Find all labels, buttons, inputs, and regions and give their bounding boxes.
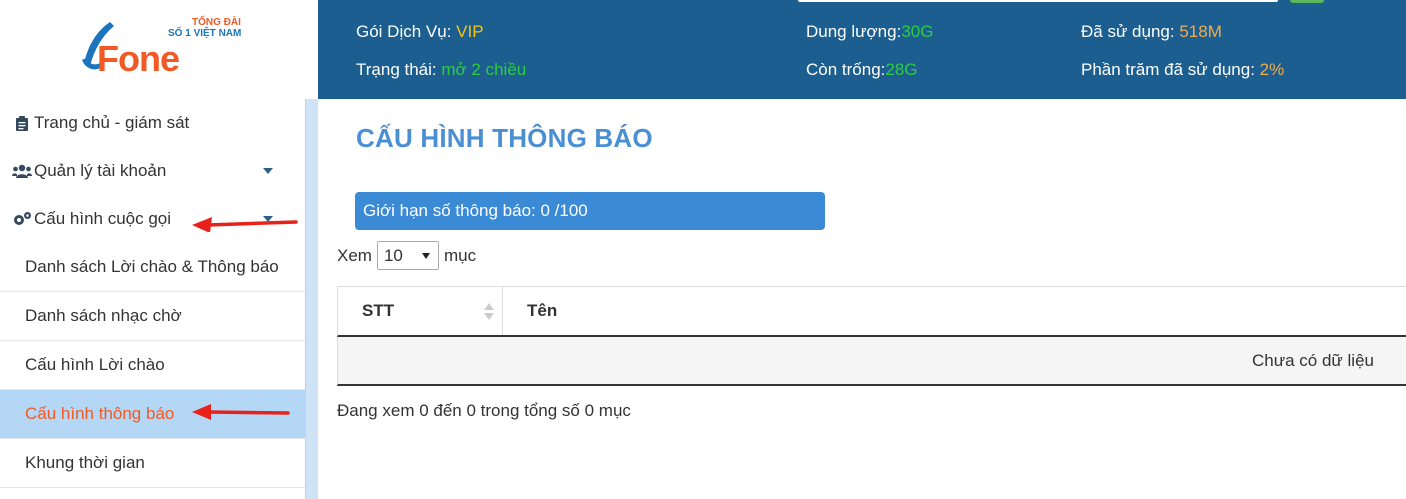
chevron-down-icon — [263, 168, 273, 174]
empty-message: Chưa có dữ liệu — [1252, 350, 1374, 370]
sidebar-menu: Trang chủ - giám sát Quản lý tài khoản C… — [0, 99, 305, 488]
sidebar: TỔNG ĐÀI SỐ 1 VIỆT NAM Fone Trang chủ - … — [0, 0, 318, 499]
gears-icon — [12, 211, 32, 227]
annotation-arrow-icon — [192, 217, 298, 232]
clipboard-icon — [12, 115, 32, 131]
sidebar-item-label: Quản lý tài khoản — [34, 161, 167, 180]
logo-brand: Fone — [97, 38, 180, 79]
page-title: CẤU HÌNH THÔNG BÁO — [356, 123, 653, 153]
annotation-arrow-icon — [192, 404, 290, 420]
column-header-name[interactable]: Tên — [503, 287, 557, 335]
notification-limit-label: Giới hạn số thông báo: — [363, 201, 536, 220]
sidebar-item-home[interactable]: Trang chủ - giám sát — [0, 99, 305, 147]
storage-capacity: Dung lượng:30G — [806, 22, 934, 41]
storage-used-percent-value: 2% — [1259, 60, 1285, 79]
service-package-value: VIP — [456, 22, 484, 41]
page-size-select[interactable]: 10 — [376, 241, 439, 270]
storage-free-value: 28G — [885, 60, 918, 79]
page-size-prefix: Xem — [337, 245, 372, 265]
header-action-button[interactable] — [1290, 0, 1324, 3]
storage-used-percent: Phần trăm đã sử dụng: 2% — [1081, 60, 1285, 79]
logo-tagline-top: TỔNG ĐÀI — [192, 17, 241, 28]
line-status-value: mở 2 chiều — [441, 60, 527, 79]
sidebar-scrollbar[interactable] — [305, 99, 318, 499]
sidebar-item-label: Trang chủ - giám sát — [34, 113, 190, 132]
column-header-stt[interactable]: STT — [338, 287, 503, 335]
sidebar-item-label: Cấu hình cuộc gọi — [34, 209, 172, 228]
storage-free: Còn trống:28G — [806, 60, 918, 79]
sidebar-subitem-time-frame[interactable]: Khung thời gian — [0, 439, 305, 488]
line-status: Trạng thái: mở 2 chiều — [356, 60, 527, 79]
table-empty-row: Chưa có dữ liệu — [337, 337, 1406, 386]
table-header: STT Tên — [337, 287, 1406, 337]
storage-capacity-value: 30G — [901, 22, 934, 41]
storage-used-value: 518M — [1179, 22, 1222, 41]
sidebar-subitem-hold-music[interactable]: Danh sách nhạc chờ — [0, 292, 305, 341]
service-package: Gói Dịch Vụ: VIP — [356, 22, 484, 41]
dropdown-arrow-icon — [421, 253, 430, 259]
sidebar-subitem-greeting-config[interactable]: Cấu hình Lời chào — [0, 341, 305, 390]
page-size-control: Xem 10 mục — [337, 241, 476, 270]
logo[interactable]: TỔNG ĐÀI SỐ 1 VIỆT NAM Fone — [0, 0, 318, 99]
users-icon — [12, 164, 32, 178]
logo-tagline-sub: SỐ 1 VIỆT NAM — [168, 28, 242, 39]
page-size-value: 10 — [383, 245, 403, 265]
table-info: Đang xem 0 đến 0 trong tổng số 0 mục — [337, 401, 631, 420]
sidebar-item-accounts[interactable]: Quản lý tài khoản — [0, 147, 305, 195]
notification-limit-badge: Giới hạn số thông báo: 0 /100 — [355, 192, 825, 230]
account-info-bar: Gói Dịch Vụ: VIP Trạng thái: mở 2 chiều … — [318, 0, 1406, 99]
sidebar-subitem-greetings-list[interactable]: Danh sách Lời chào & Thông báo — [0, 243, 305, 292]
storage-used: Đã sử dụng: 518M — [1081, 22, 1222, 41]
notification-limit-value: 0 /100 — [540, 201, 588, 220]
sort-icon — [484, 303, 494, 320]
page-size-suffix: mục — [443, 245, 477, 265]
notifications-table: STT Tên Chưa có dữ liệu — [337, 286, 1406, 386]
header-search-input[interactable] — [798, 0, 1278, 2]
